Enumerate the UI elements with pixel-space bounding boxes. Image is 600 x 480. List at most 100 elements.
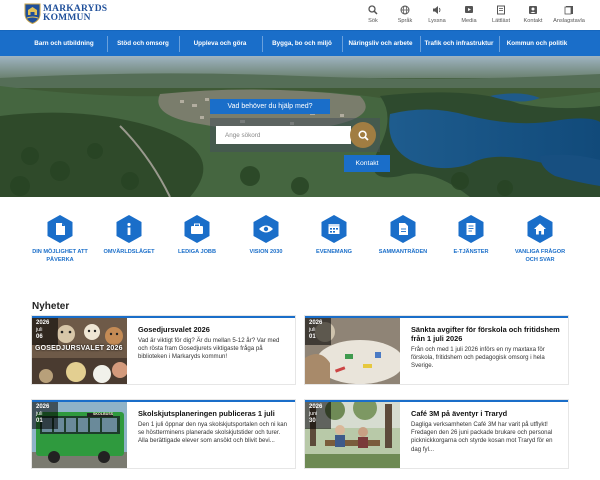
tool-label: Lättläst — [491, 18, 511, 24]
language-icon — [400, 5, 410, 15]
quick-link-evenemang[interactable]: Evenemang — [303, 214, 365, 256]
date-year: 2026 — [309, 320, 323, 326]
nav-item-barn-och-utbildning[interactable]: Barn och utbildning — [22, 31, 106, 57]
tool-easy-read[interactable]: Lättläst — [486, 5, 516, 24]
tool-contact[interactable]: Kontakt — [518, 5, 548, 24]
form-icon — [458, 215, 484, 243]
image-caption: GOSEDJURSVALET 2026 — [35, 345, 123, 352]
news-card[interactable]: SKOLBUSS 2026 juli 01 Skolskjutsplanerin… — [32, 400, 295, 468]
calendar-icon — [321, 215, 347, 243]
date-month: juli — [36, 411, 43, 417]
news-card[interactable]: 2026 juni 30 Café 3M på äventyr i Traryd… — [305, 400, 568, 468]
easy-read-icon — [497, 5, 505, 15]
date-year: 2026 — [309, 404, 323, 410]
date-badge: 2026 juli 01 — [305, 318, 331, 345]
image-caption: SKOLBUSS — [93, 412, 114, 416]
quick-links: Din möjlighet att påverka Omvärldsläget … — [0, 198, 600, 288]
quick-link-omvarldslaget[interactable]: Omvärldsläget — [98, 214, 160, 256]
date-year: 2026 — [36, 404, 50, 410]
eye-icon — [253, 215, 279, 243]
document-icon — [47, 215, 73, 243]
quick-link-label: Din möjlighet att påverka — [32, 249, 88, 264]
quick-link-label: Sammanträden — [378, 249, 428, 255]
quick-link-vanliga-fragor[interactable]: Vanliga frågor och svar — [509, 214, 571, 264]
news-image: 2026 juli 01 — [305, 318, 400, 384]
tool-label: Sök — [368, 18, 378, 24]
quick-link-label: Evenemang — [315, 249, 353, 255]
quick-link-paverka[interactable]: Din möjlighet att påverka — [29, 214, 91, 264]
news-image: SKOLBUSS 2026 juli 01 — [32, 402, 127, 468]
date-year: 2026 — [36, 320, 50, 326]
nav-item-kommun-och-politik[interactable]: Kommun och politik — [500, 31, 574, 57]
quick-link-label: E-tjänster — [453, 249, 489, 255]
quick-link-lediga-jobb[interactable]: Lediga jobb — [166, 214, 228, 256]
nav-item-stod-och-omsorg[interactable]: Stöd och omsorg — [108, 31, 178, 57]
news-title[interactable]: Gosedjursvalet 2026 — [138, 325, 290, 334]
tool-label: Språk — [397, 18, 413, 24]
file-icon — [390, 215, 416, 243]
notice-board-icon — [564, 6, 573, 15]
tool-search[interactable]: Sök — [358, 5, 388, 24]
main-nav: Barn och utbildning Stöd och omsorg Uppl… — [0, 30, 600, 56]
nav-item-trafik-och-infrastruktur[interactable]: Trafik och infrastruktur — [421, 31, 497, 57]
date-month: juni — [309, 411, 318, 417]
quick-link-label: Vanliga frågor och svar — [514, 249, 566, 264]
crest-icon — [24, 3, 41, 24]
news-title[interactable]: Café 3M på äventyr i Traryd — [411, 409, 563, 418]
news-image: GOSEDJURSVALET 2026 2026 juli 06 — [32, 318, 127, 384]
tool-label: Lyssna — [428, 18, 446, 24]
news-body: Sänkta avgifter för förskola och fritids… — [411, 325, 563, 371]
logo-line-2: KOMMUN — [43, 12, 91, 23]
media-icon — [465, 6, 473, 13]
date-month: juli — [309, 327, 316, 333]
search-heading: Vad behöver du hjälp med? — [210, 99, 330, 114]
news-body: Skolskjutsplaneringen publiceras 1 juli … — [138, 409, 290, 446]
date-day: 30 — [309, 418, 316, 424]
date-badge: 2026 juli 06 — [32, 318, 58, 345]
nav-item-uppleva-och-gora[interactable]: Uppleva och göra — [180, 31, 260, 57]
search-icon — [368, 5, 378, 15]
date-badge: 2026 juni 30 — [305, 402, 331, 429]
home-icon — [527, 215, 553, 243]
tool-media[interactable]: Media — [454, 5, 484, 24]
logo-text: MARKARYDS KOMMUN — [43, 4, 107, 23]
quick-link-sammantraden[interactable]: Sammanträden — [372, 214, 434, 256]
tool-notice-board[interactable]: Anslagstavla — [550, 5, 588, 24]
nav-item-naringsliv-och-arbete[interactable]: Näringsliv och arbete — [343, 31, 418, 57]
quick-link-e-tjanster[interactable]: E-tjänster — [440, 214, 502, 256]
logo[interactable]: MARKARYDS KOMMUN — [24, 3, 107, 24]
toolbar: Sök Språk Lyssna Media Lättläst Kontakt … — [356, 5, 588, 24]
news-text: Dagliga verksamheten Café 3M har varit p… — [411, 421, 553, 453]
search-icon — [357, 129, 369, 141]
news-image: 2026 juni 30 — [305, 402, 400, 468]
news-body: Café 3M på äventyr i Traryd Dagliga verk… — [411, 409, 563, 454]
date-day: 01 — [36, 418, 43, 424]
search-input[interactable] — [216, 126, 351, 144]
nav-item-bygga-bo-och-miljo[interactable]: Bygga, bo och miljö — [263, 31, 341, 57]
news-text: Från och med 1 juli 2026 införs en ny ma… — [411, 346, 545, 370]
quick-link-vision-2030[interactable]: Vision 2030 — [235, 214, 297, 256]
date-badge: 2026 juli 01 — [32, 402, 58, 429]
hero-banner: Vad behöver du hjälp med? Kontakt — [0, 56, 600, 197]
tool-label: Kontakt — [523, 18, 543, 24]
quick-link-label: Omvärldsläget — [103, 249, 155, 255]
date-month: juli — [36, 327, 43, 333]
news-title[interactable]: Skolskjutsplaneringen publiceras 1 juli — [138, 409, 290, 418]
contact-icon — [529, 6, 537, 14]
tool-language[interactable]: Språk — [390, 5, 420, 24]
tool-label: Anslagstavla — [553, 18, 585, 24]
news-text: Vad är viktigt för dig? Är du mellan 5-1… — [138, 337, 280, 361]
news-title[interactable]: Sänkta avgifter för förskola och fritids… — [411, 325, 563, 343]
briefcase-icon — [184, 215, 210, 243]
news-card[interactable]: GOSEDJURSVALET 2026 2026 juli 06 Gosedju… — [32, 316, 295, 384]
speaker-icon — [433, 6, 441, 14]
search-button[interactable] — [350, 122, 376, 148]
tool-listen[interactable]: Lyssna — [422, 5, 452, 24]
date-day: 01 — [309, 334, 316, 340]
news-card[interactable]: 2026 juli 01 Sänkta avgifter för förskol… — [305, 316, 568, 384]
info-icon — [116, 215, 142, 243]
contact-button[interactable]: Kontakt — [344, 155, 390, 172]
news-heading: Nyheter — [32, 301, 70, 312]
date-day: 06 — [36, 334, 43, 340]
news-body: Gosedjursvalet 2026 Vad är viktigt för d… — [138, 325, 290, 362]
